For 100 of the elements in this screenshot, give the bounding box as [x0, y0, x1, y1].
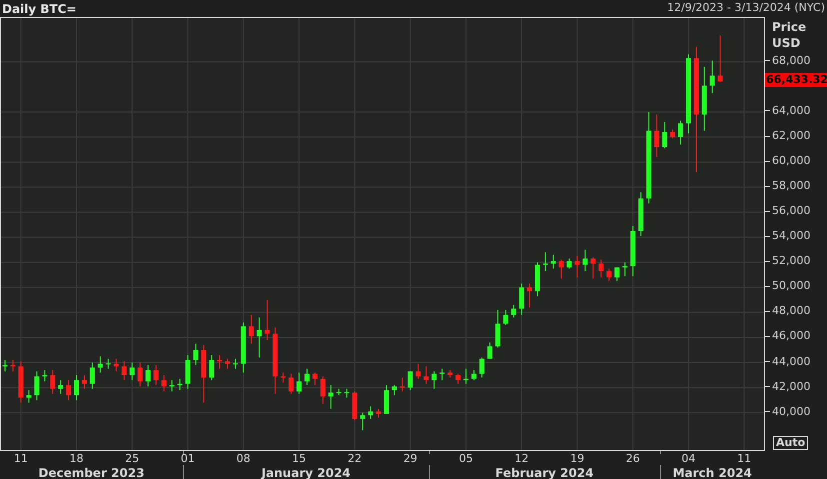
- x-axis-label: 11: [737, 453, 752, 465]
- y-axis-label: 52,000: [772, 254, 810, 268]
- candlestick: [360, 412, 366, 431]
- candlestick: [201, 344, 206, 404]
- candlestick: [232, 358, 238, 370]
- candlestick: [280, 372, 286, 384]
- candlestick: [2, 360, 8, 372]
- candlestick: [264, 299, 270, 340]
- candlestick: [240, 322, 246, 374]
- candlestick: [432, 370, 437, 390]
- candlestick: [582, 249, 588, 272]
- candlestick: [288, 373, 294, 394]
- month-label: March 2024: [672, 466, 752, 479]
- candlestick: [50, 370, 56, 394]
- x-axis-label: 04: [681, 453, 696, 465]
- x-axis-label: 29: [403, 453, 418, 465]
- candlestick: [384, 384, 389, 414]
- candlestick: [527, 283, 532, 308]
- candlestick: [392, 384, 397, 396]
- x-axis-label: 19: [570, 453, 584, 465]
- x-axis-label: 22: [348, 453, 362, 465]
- x-axis-label: 01: [180, 453, 195, 465]
- candlestick: [495, 309, 500, 348]
- candlestick: [320, 376, 326, 404]
- y-axis-label: 58,000: [772, 179, 810, 194]
- candlestick: [400, 377, 405, 392]
- candlestick: [34, 370, 40, 401]
- candlestick: [256, 316, 262, 358]
- candlestick: [534, 262, 540, 297]
- candlestick: [177, 378, 182, 391]
- candlestick: [670, 129, 676, 139]
- candlestick: [352, 390, 358, 421]
- candlestick: [368, 406, 374, 420]
- candlestick: [185, 354, 190, 390]
- y-axis-label: 50,000: [772, 279, 810, 294]
- candlestick: [448, 370, 453, 378]
- candlestick: [10, 360, 16, 372]
- candlestick: [678, 120, 684, 146]
- candlestick: [272, 326, 278, 394]
- candlestick: [169, 380, 174, 392]
- candlestick: [440, 368, 445, 381]
- x-axis-label: 05: [458, 453, 473, 465]
- month-label: December 2023: [38, 466, 144, 479]
- candlestick: [344, 388, 350, 398]
- candlestick: [479, 357, 484, 378]
- y-axis-label: 60,000: [772, 154, 810, 168]
- candlestick: [542, 252, 548, 272]
- candlestick: [74, 374, 79, 401]
- candlestick: [193, 343, 198, 366]
- y-axis-label: 64,000: [772, 104, 810, 118]
- candlestick: [503, 309, 508, 326]
- y-axis-label: 46,000: [772, 329, 810, 344]
- candlestick: [424, 366, 429, 384]
- y-axis-label: 62,000: [772, 129, 810, 144]
- y-axis-label: 44,000: [772, 354, 810, 369]
- candlestick: [598, 259, 604, 278]
- x-axis-label: 11: [14, 453, 28, 465]
- candlestick: [519, 283, 524, 316]
- candlestick: [558, 259, 564, 280]
- auto-scale-button[interactable]: Auto: [773, 436, 808, 450]
- candlestick: [622, 262, 628, 277]
- candlestick: [614, 266, 620, 282]
- chart-title: Daily BTC=: [2, 0, 76, 18]
- candlestick: [312, 372, 318, 386]
- y-axis-label: 54,000: [772, 229, 810, 244]
- candlestick: [296, 372, 302, 394]
- candlestick: [416, 363, 421, 380]
- candlestick: [566, 258, 572, 270]
- candlestick: [376, 408, 382, 418]
- candlestick: [122, 360, 127, 381]
- candlestick: [710, 60, 715, 94]
- candlestick: [590, 256, 596, 280]
- candlestick: [209, 354, 214, 381]
- candlestick: [463, 368, 468, 384]
- candlestick: [153, 364, 158, 386]
- candlestick: [248, 314, 254, 344]
- candlestick: [82, 374, 87, 390]
- candlestick: [471, 370, 476, 381]
- x-axis-label: 18: [70, 453, 84, 465]
- y-axis-label: 68,000: [772, 54, 810, 68]
- candlestick: [217, 354, 222, 370]
- candlestick: [114, 358, 119, 372]
- candlestick: [487, 342, 492, 360]
- date-range: 12/9/2023 - 3/13/2024 (NYC): [667, 0, 825, 16]
- y-axis-label: 56,000: [772, 204, 810, 218]
- axis-title: Price: [772, 19, 806, 35]
- candlestick: [138, 362, 143, 387]
- candlestick: [225, 358, 230, 370]
- candlestick: [638, 192, 644, 236]
- candlestick: [106, 358, 111, 370]
- y-axis-label: 40,000: [772, 404, 810, 419]
- candlestick: [58, 380, 64, 394]
- candlestick: [98, 356, 103, 374]
- candlestick: [26, 390, 32, 404]
- last-price-badge: 66,433.32: [765, 73, 827, 88]
- candlestick: [18, 360, 24, 404]
- y-axis-label: 48,000: [772, 304, 810, 318]
- candlestick: [408, 370, 413, 391]
- candlestick: [718, 35, 723, 82]
- candlestick: [328, 384, 334, 410]
